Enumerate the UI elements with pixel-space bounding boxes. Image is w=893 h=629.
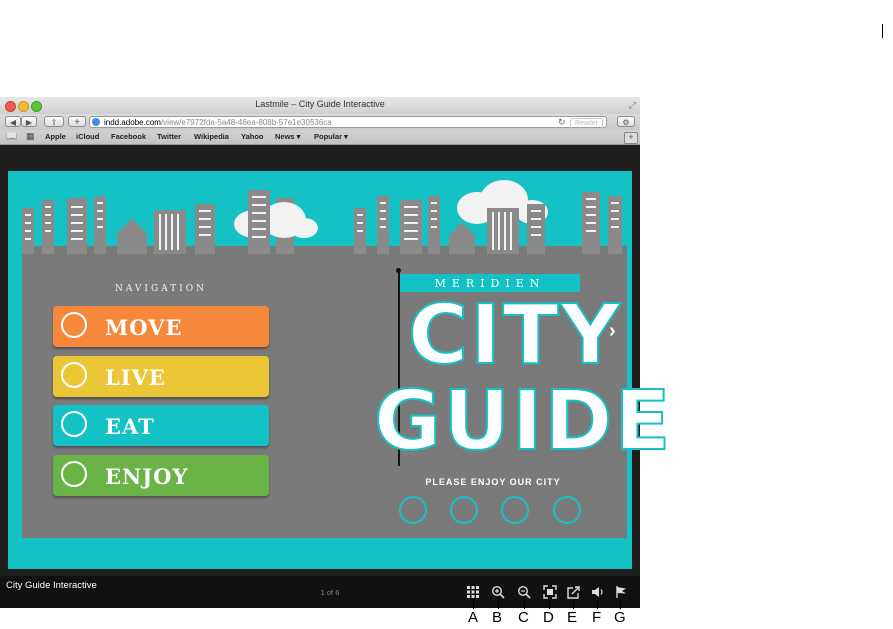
next-page-chevron-icon[interactable]: › xyxy=(609,320,616,343)
tagline: PLEASE ENJOY OUR CITY xyxy=(425,477,561,487)
share-icon[interactable] xyxy=(567,585,581,599)
address-bar[interactable]: indd.adobe.com/view/e7972fda-5a48-46ea-8… xyxy=(89,116,607,129)
share-page-button[interactable]: ⇪ xyxy=(44,116,64,127)
add-bookmark-icon[interactable]: + xyxy=(624,132,638,144)
window-titlebar: Lastmile – City Guide Interactive ⤢ xyxy=(0,97,640,115)
control-letter-c: C xyxy=(518,609,529,626)
title-guide: GUIDE xyxy=(373,374,673,469)
forward-button[interactable]: ▶ xyxy=(21,116,37,127)
zoom-out-icon[interactable] xyxy=(517,585,531,599)
grid-icon[interactable] xyxy=(466,585,480,599)
share-icon: ⇪ xyxy=(50,118,58,127)
bookmark-popular[interactable]: Popular ▾ xyxy=(314,132,348,141)
eat-label: EAT xyxy=(105,414,155,439)
title-city: CITY xyxy=(407,288,623,383)
live-button[interactable]: LIVE xyxy=(53,356,269,397)
gear-icon: ⚙ xyxy=(622,118,630,127)
volume-icon[interactable] xyxy=(591,585,605,599)
tree-icon xyxy=(61,461,87,487)
reload-icon[interactable]: ↻ xyxy=(558,117,566,128)
fullscreen-window-icon[interactable]: ⤢ xyxy=(629,100,636,111)
bookmark-wikipedia[interactable]: Wikipedia xyxy=(194,132,229,141)
document-title: City Guide Interactive xyxy=(6,580,97,591)
reading-list-icon[interactable]: 📖 xyxy=(6,131,17,142)
fork-icon xyxy=(61,411,87,437)
plus-icon: + xyxy=(74,117,80,128)
edge-mark xyxy=(882,24,883,38)
downloads-button[interactable]: ⚙ xyxy=(617,116,635,127)
control-letter-e: E xyxy=(567,609,578,626)
bookmark-facebook[interactable]: Facebook xyxy=(111,132,146,141)
fork-small-icon[interactable] xyxy=(501,496,529,524)
new-tab-button[interactable]: + xyxy=(68,116,86,128)
window-title: Lastmile – City Guide Interactive xyxy=(255,99,385,109)
bookmark-yahoo[interactable]: Yahoo xyxy=(241,132,264,141)
zoom-in-icon[interactable] xyxy=(491,585,505,599)
bookmarks-bar: 📖 ▦ Apple iCloud Facebook Twitter Wikipe… xyxy=(0,130,640,145)
pin-head xyxy=(396,268,401,273)
control-letter-a: A xyxy=(468,609,479,626)
control-letter-b: B xyxy=(492,609,503,626)
bookmark-apple[interactable]: Apple xyxy=(45,132,66,141)
bookmark-twitter[interactable]: Twitter xyxy=(157,132,181,141)
flag-icon[interactable] xyxy=(614,585,628,599)
navigation-heading: NAVIGATION xyxy=(115,284,207,294)
reader-button[interactable]: Reader xyxy=(570,118,603,129)
top-sites-icon[interactable]: ▦ xyxy=(26,131,35,142)
page-indicator: 1 of 6 xyxy=(320,588,340,597)
move-button[interactable]: MOVE xyxy=(53,306,269,347)
globe-icon xyxy=(92,118,100,126)
tree-small-icon[interactable] xyxy=(553,496,581,524)
enjoy-label: ENJOY xyxy=(105,464,189,489)
bookmark-news[interactable]: News ▾ xyxy=(275,132,300,141)
eat-button[interactable]: EAT xyxy=(53,405,269,446)
move-small-icon[interactable] xyxy=(399,496,427,524)
city-skyline xyxy=(22,180,627,256)
url-path: /view/e7972fda-5a48-46ea-808b-57e1e30536… xyxy=(160,118,332,127)
home-small-icon[interactable] xyxy=(450,496,478,524)
browser-toolbar: ◀ ▶ ⇪ + indd.adobe.com/view/e7972fda-5a4… xyxy=(0,114,640,130)
home-icon xyxy=(61,362,87,388)
live-label: LIVE xyxy=(105,365,166,390)
move-label: MOVE xyxy=(105,315,183,340)
fullscreen-icon[interactable] xyxy=(543,585,557,599)
control-letter-d: D xyxy=(543,609,554,626)
move-icon xyxy=(61,312,87,338)
bookmark-icloud[interactable]: iCloud xyxy=(76,132,99,141)
url-domain: indd.adobe.com xyxy=(104,118,161,127)
control-letter-g: G xyxy=(614,609,626,626)
enjoy-button[interactable]: ENJOY xyxy=(53,455,269,496)
control-letter-f: F xyxy=(592,609,602,626)
back-button[interactable]: ◀ xyxy=(5,116,21,127)
